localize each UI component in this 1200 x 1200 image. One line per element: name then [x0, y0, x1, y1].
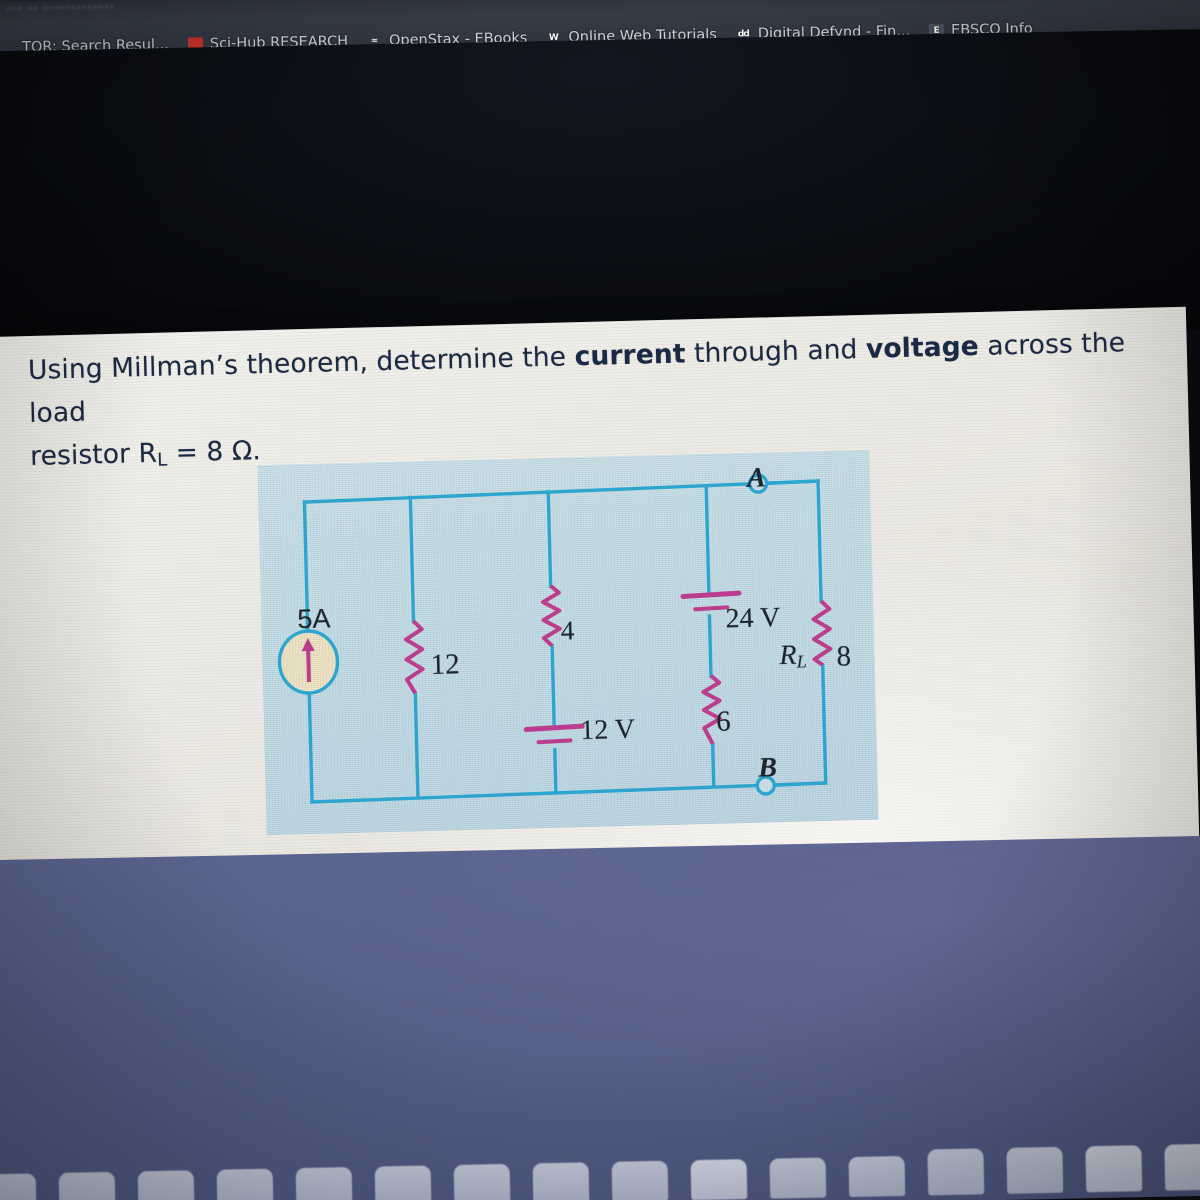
resistor-4-symbol	[541, 584, 562, 648]
taskbar-tile[interactable]	[611, 1160, 669, 1200]
browser-tab-ghost-text: ••• •• •••••••••••••	[5, 0, 116, 16]
taskbar-tile[interactable]	[1164, 1143, 1200, 1191]
branch1-bottom-wire	[307, 690, 314, 804]
branch3-mid-wire	[550, 644, 556, 728]
resistor-4-label: 4	[560, 615, 575, 646]
taskbar-tile[interactable]	[848, 1155, 906, 1198]
subscript-L: L	[156, 449, 168, 471]
branch4-mid-wire	[707, 614, 713, 678]
taskbar-tile[interactable]	[137, 1170, 195, 1200]
load-resistor-symbol	[811, 599, 833, 667]
branch3-bottom-wire	[553, 748, 558, 794]
taskbar-tile[interactable]	[295, 1167, 353, 1200]
bold-voltage: voltage	[865, 330, 980, 365]
screenshot-root: ••• •• ••••••••••••• TOR: Search Resul..…	[0, 0, 1200, 1200]
taskbar-tile[interactable]	[1085, 1145, 1143, 1193]
terminal-a-label: A	[746, 462, 767, 494]
circuit-figure: 5A 12 4 12 V 24 V 6 RL 8 A B	[257, 449, 879, 836]
taskbar-tile[interactable]	[532, 1162, 590, 1200]
taskbar-tile[interactable]	[690, 1159, 748, 1200]
resistor-6-label: 6	[715, 705, 732, 738]
top-rail	[302, 479, 820, 504]
question-line-2: resistor RL = 8 Ω.	[29, 435, 262, 472]
page-background	[0, 28, 1200, 352]
branch3-top-wire	[546, 490, 553, 588]
resistor-12-symbol	[403, 619, 425, 695]
question-line-1: Using Millman’s theorem, determine the c…	[27, 327, 1126, 429]
taskbar-tile[interactable]	[216, 1168, 274, 1200]
resistor-12-label: 12	[430, 648, 460, 681]
taskbar-tile[interactable]	[927, 1148, 985, 1196]
current-source-symbol	[277, 629, 340, 695]
branch4-top-wire	[704, 484, 711, 594]
branch2-top-wire	[408, 495, 416, 624]
load-resistor-label: RL	[779, 639, 808, 672]
bottom-rail	[310, 781, 828, 804]
terminal-a-lead	[762, 479, 823, 603]
desktop-wallpaper	[0, 835, 1200, 1200]
taskbar-tile[interactable]	[453, 1163, 511, 1200]
taskbar-tile[interactable]	[1006, 1146, 1064, 1194]
taskbar-tile[interactable]	[769, 1157, 827, 1199]
taskbar-tile[interactable]	[58, 1171, 116, 1200]
branch4-bottom-wire	[710, 742, 716, 789]
load-resistor-subscript: L	[796, 651, 808, 672]
battery-12v-symbol	[523, 723, 585, 745]
question-card: Using Millman’s theorem, determine the c…	[0, 306, 1200, 894]
load-resistor-value: 8	[836, 640, 852, 673]
current-source-label: 5A	[297, 603, 331, 635]
question-text: Using Millman’s theorem, determine the c…	[27, 322, 1140, 479]
taskbar-tile[interactable]	[374, 1165, 432, 1200]
terminal-b-label: B	[757, 752, 778, 784]
source-12v-label: 12 V	[579, 713, 636, 747]
branch2-bottom-wire	[413, 691, 420, 800]
bold-current: current	[574, 338, 686, 373]
source-24v-label: 24 V	[725, 602, 781, 635]
taskbar-tile[interactable]	[0, 1173, 37, 1200]
